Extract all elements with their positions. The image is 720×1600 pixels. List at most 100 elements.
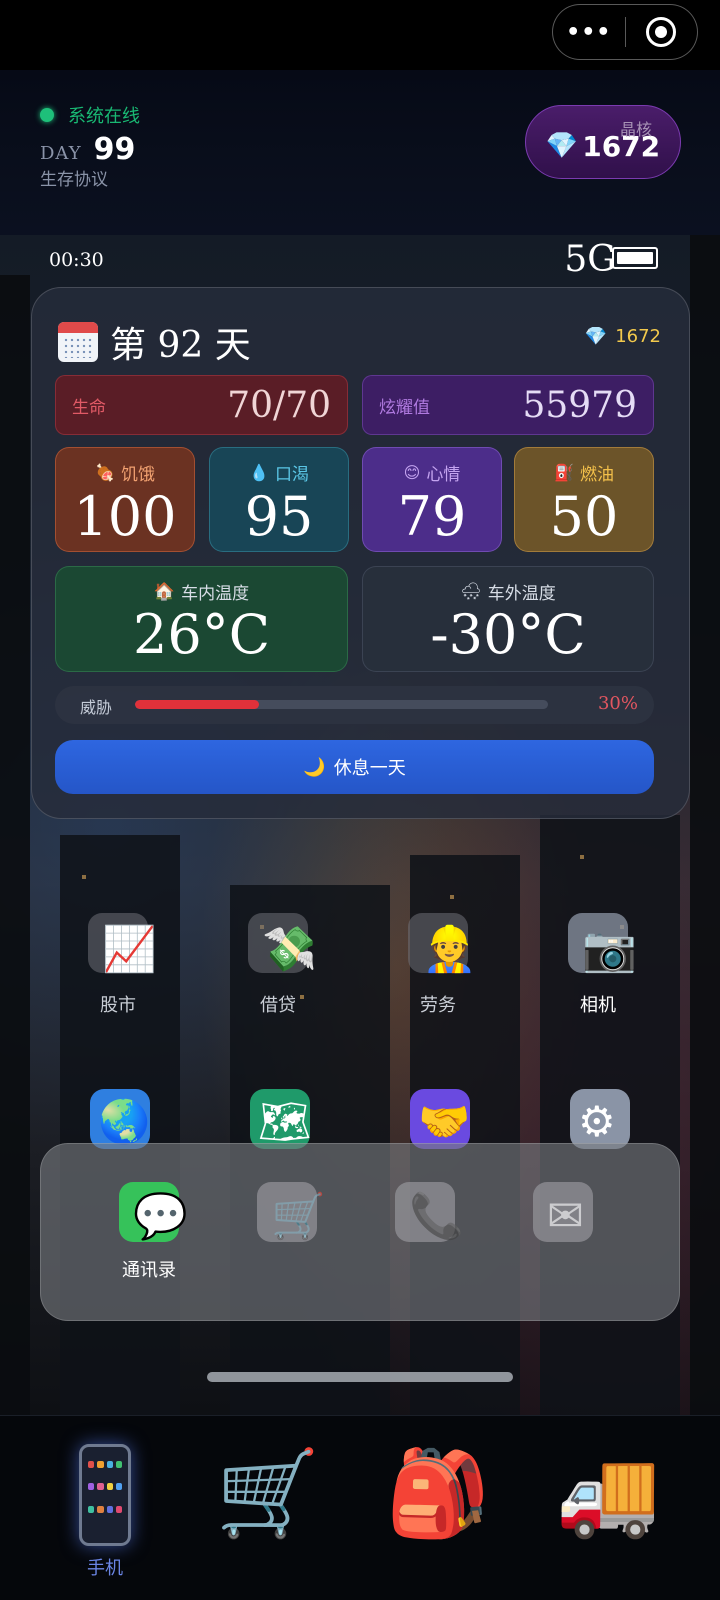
diamond-icon: 💎 — [545, 131, 579, 161]
thirst-label: 口渴 — [274, 465, 309, 485]
speech-bubble-icon: 💬 — [133, 1191, 188, 1242]
tab-shop[interactable]: 🛒 — [208, 1438, 328, 1548]
smile-icon: 😊 — [403, 463, 421, 482]
more-menu-button[interactable]: ••• — [553, 20, 625, 45]
window-light — [580, 855, 584, 859]
app-camera[interactable]: 📷 相机 — [558, 913, 638, 1017]
fame-value: 55979 — [522, 384, 637, 426]
gear-icon: ⚙ — [578, 1097, 616, 1146]
globe-icon: 🌏 — [98, 1097, 150, 1146]
shop-tile: 🛒 — [257, 1182, 326, 1242]
crystal-badge[interactable]: 晶核 💎 1672 — [525, 105, 681, 179]
moon-icon: 🌙 — [303, 756, 326, 778]
rest-day-label: 休息一天 — [333, 758, 406, 779]
fuel-value: 50 — [549, 485, 619, 548]
outside-temperature: 🌨 车外温度 -30°C — [362, 566, 654, 672]
crystal-label: 晶核 — [619, 120, 652, 139]
meat-icon: 🍖 — [95, 463, 115, 482]
gem-count-value: 1672 — [615, 326, 661, 347]
dock-phone[interactable]: 📞 — [385, 1182, 465, 1242]
flying-money-icon: 💸 — [262, 924, 317, 975]
dock-label: 通讯录 — [122, 1260, 176, 1281]
app-labor[interactable]: 👷 劳务 — [398, 913, 478, 1017]
mood-value: 79 — [397, 485, 467, 548]
day-counter: DAY 99 — [40, 132, 135, 167]
window-light — [82, 875, 86, 879]
home-indicator[interactable] — [207, 1372, 513, 1382]
camera-tile: 📷 — [568, 913, 637, 975]
outside-temp-value: -30°C — [430, 603, 586, 666]
tab-label: 手机 — [87, 1558, 123, 1579]
mood-label: 心情 — [426, 465, 461, 485]
app-label: 相机 — [580, 995, 616, 1016]
phone-screen: 00:30 5G 第 92 天 💎 1672 生命 70/70 炫耀值 5597… — [0, 235, 720, 1415]
thirst-stat: 💧 口渴 95 — [209, 447, 349, 552]
day-value: 99 — [93, 132, 136, 167]
phone-tile: 📞 — [395, 1182, 464, 1242]
app-label: 股市 — [100, 995, 136, 1016]
hunger-value: 100 — [73, 485, 177, 548]
close-capsule-button[interactable] — [626, 17, 698, 47]
smartphone-icon — [79, 1444, 131, 1546]
app-trade[interactable]: 🤝 — [410, 1089, 470, 1149]
hunger-label: 饥饿 — [120, 465, 155, 485]
app-loan[interactable]: 💸 借贷 — [238, 913, 318, 1017]
map-icon: 🗺 — [258, 1097, 310, 1146]
tab-truck[interactable]: 🚚 — [548, 1438, 668, 1548]
stock-tile: 📈 — [88, 913, 157, 975]
threat-track — [135, 700, 548, 709]
camera-icon: 📷 — [582, 924, 637, 975]
mini-program-capsule: ••• — [552, 4, 698, 60]
online-text: 系统在线 — [68, 106, 140, 127]
status-time: 00:30 — [49, 249, 104, 271]
thirst-value: 95 — [244, 485, 314, 548]
app-stock-market[interactable]: 📈 股市 — [78, 913, 158, 1017]
inside-temp-label: 车内温度 — [181, 584, 250, 604]
app-label: 劳务 — [420, 995, 456, 1016]
dock-contacts[interactable]: 💬 通讯录 — [109, 1182, 189, 1282]
app-globe[interactable]: 🌏 — [90, 1089, 150, 1149]
fame-label: 炫耀值 — [379, 397, 430, 418]
survival-status-widget: 第 92 天 💎 1672 生命 70/70 炫耀值 55979 🍖 饥饿 100… — [31, 287, 690, 819]
day-label: DAY — [40, 143, 82, 164]
dock-shop[interactable]: 🛒 — [247, 1182, 327, 1242]
online-dot-icon — [40, 108, 54, 122]
droplet-icon: 💧 — [249, 463, 269, 482]
phone-receiver-icon: 📞 — [409, 1191, 464, 1242]
threat-label: 威胁 — [80, 698, 113, 717]
tab-backpack[interactable]: 🎒 — [378, 1438, 498, 1548]
app-dock: 💬 通讯录 🛒 📞 ✉ — [40, 1143, 680, 1321]
fame-bar: 炫耀值 55979 — [362, 375, 654, 435]
chart-up-icon: 📈 — [102, 924, 157, 975]
cart-icon: 🛒 — [271, 1191, 326, 1242]
rest-day-button[interactable]: 🌙 休息一天 — [55, 740, 654, 794]
truck-icon: 🚚 — [555, 1444, 661, 1542]
network-indicator: 5G — [564, 239, 616, 280]
fuel-label: 燃油 — [579, 465, 614, 485]
hunger-stat: 🍖 饥饿 100 — [55, 447, 195, 552]
window-frame-left — [0, 275, 30, 1415]
gem-count: 💎 1672 — [585, 326, 661, 347]
loan-tile: 💸 — [248, 913, 317, 975]
threat-fill — [135, 700, 259, 709]
house-icon: 🏠 — [153, 581, 176, 602]
handshake-icon: 🤝 — [418, 1097, 470, 1146]
snow-cloud-icon: 🌨 — [460, 581, 482, 602]
app-header: 系统在线 DAY 99 生存协议 晶核 💎 1672 — [0, 70, 720, 235]
life-value: 70/70 — [227, 384, 331, 426]
fuel-pump-icon: ⛽ — [554, 463, 574, 482]
tab-phone[interactable]: 手机 — [45, 1438, 165, 1580]
worker-icon: 👷 — [422, 924, 477, 975]
shopping-cart-icon: 🛒 — [215, 1444, 321, 1542]
day-title-text: 第 92 天 — [110, 325, 251, 366]
fuel-stat: ⛽ 燃油 50 — [514, 447, 654, 552]
life-label: 生命 — [72, 397, 106, 418]
outside-temp-label: 车外温度 — [487, 584, 556, 604]
dock-mail[interactable]: ✉ — [523, 1182, 603, 1242]
calendar-icon — [58, 322, 98, 362]
envelope-icon: ✉ — [547, 1191, 584, 1242]
app-map[interactable]: 🗺 — [250, 1089, 310, 1149]
inside-temperature: 🏠 车内温度 26°C — [55, 566, 348, 672]
labor-tile: 👷 — [408, 913, 477, 975]
app-settings[interactable]: ⚙ — [570, 1089, 630, 1149]
